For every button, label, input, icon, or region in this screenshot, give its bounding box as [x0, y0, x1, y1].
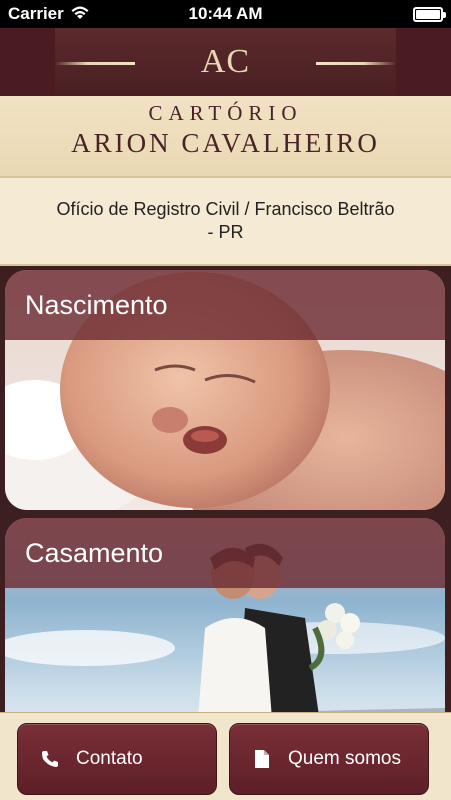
office-subtitle: Ofício de Registro Civil / Francisco Bel… — [56, 198, 395, 242]
contato-label: Contato — [76, 748, 143, 769]
card-nascimento[interactable]: Nascimento — [5, 270, 445, 510]
card-title: Nascimento — [25, 289, 168, 320]
name-band: CARTÓRIO ARION CAVALHEIRO — [0, 96, 451, 176]
document-icon — [252, 749, 272, 769]
decorative-rule-right — [316, 62, 396, 65]
carrier-label: Carrier — [8, 4, 64, 23]
content-scroll[interactable]: Nascimento Casamento — [0, 266, 451, 712]
quem-somos-button[interactable]: Quem somos — [229, 723, 429, 795]
wifi-icon — [70, 4, 90, 25]
card-title-bar: Nascimento — [5, 270, 445, 340]
card-casamento[interactable]: Casamento — [5, 518, 445, 712]
brand-line-2: ARION CAVALHEIRO — [71, 128, 380, 158]
card-title-bar: Casamento — [5, 518, 445, 588]
header-banner: AC CARTÓRIO ARION CAVALHEIRO — [0, 28, 451, 176]
bottom-toolbar: Contato Quem somos — [0, 712, 451, 800]
contato-button[interactable]: Contato — [17, 723, 217, 795]
quem-somos-label: Quem somos — [288, 748, 401, 769]
brand-line-1: CARTÓRIO — [148, 101, 303, 125]
monogram-logo: AC — [200, 43, 251, 80]
card-title: Casamento — [25, 537, 164, 568]
status-bar: Carrier 10:44 AM — [0, 0, 451, 28]
phone-icon — [40, 749, 60, 769]
subtitle-band: Ofício de Registro Civil / Francisco Bel… — [0, 176, 451, 266]
decorative-rule-left — [55, 62, 135, 65]
battery-icon — [413, 6, 446, 22]
status-left: Carrier — [8, 4, 90, 25]
